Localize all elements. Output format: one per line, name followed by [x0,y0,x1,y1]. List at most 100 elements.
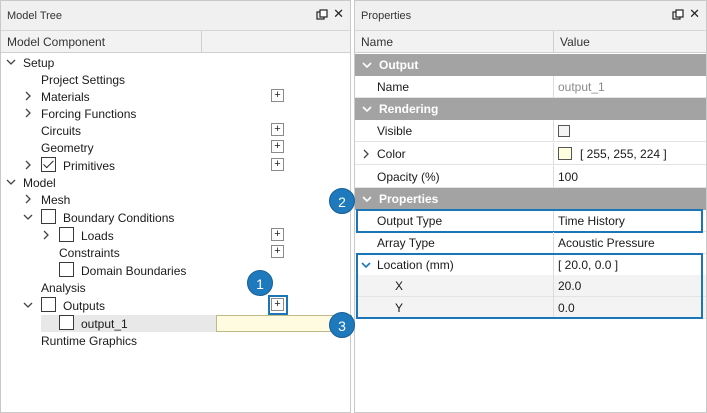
tree-item-project-settings[interactable]: Project Settings [1,71,351,88]
tree-label: Domain Boundaries [81,264,187,278]
chevron-down-icon[interactable] [362,194,372,204]
tree-item-output-1[interactable]: output_1 [1,315,351,332]
domain-boundaries-checkbox[interactable] [59,262,74,277]
output-type-highlight [356,209,703,233]
outputs-checkbox[interactable] [41,297,56,312]
prop-value-color[interactable]: [ 255, 255, 224 ] [580,147,667,161]
prop-name: Array Type [377,236,435,250]
tree-label: Setup [23,56,55,70]
tree-label: output_1 [81,317,128,331]
chevron-right-icon[interactable] [23,160,33,170]
tree-item-model[interactable]: Model [1,174,351,191]
model-tree-titlebar: Model Tree ✕ [1,1,350,31]
category-rendering[interactable]: Rendering [355,98,706,120]
callout-1-badge: 1 [247,270,273,296]
tree-label: Runtime Graphics [41,334,138,348]
tree-item-analysis[interactable]: Analysis [1,279,351,296]
tree-label: Model [23,176,56,190]
category-properties[interactable]: Properties [355,188,706,210]
tree-label: Boundary Conditions [63,211,175,225]
tree-item-outputs[interactable]: Outputs + [1,297,351,314]
pin-icon[interactable] [316,9,328,21]
chevron-down-icon[interactable] [362,60,372,70]
category-label: Rendering [379,102,439,116]
tree-label: Primitives [63,159,116,173]
model-tree-column-header: Model Component [1,31,350,53]
tree-item-boundary-conditions[interactable]: Boundary Conditions [1,209,351,226]
callout-2-badge: 2 [329,188,355,214]
properties-titlebar: Properties ✕ [355,1,706,31]
prop-name: Color [377,147,406,161]
tree-label: Forcing Functions [41,107,137,121]
tree-label: Mesh [41,193,71,207]
model-tree-title: Model Tree [7,10,63,22]
add-circuit-button[interactable]: + [271,123,284,136]
prop-value-name[interactable]: output_1 [558,80,605,94]
properties-column-header: Name Value [355,31,706,53]
model-component-header: Model Component [7,35,106,49]
tree-item-runtime-graphics[interactable]: Runtime Graphics [1,332,351,349]
tree-item-geometry[interactable]: Geometry + [1,139,351,156]
prop-row-array-type[interactable]: Array Type Acoustic Pressure [355,232,706,254]
prop-name: Name [377,80,410,94]
primitives-checkbox[interactable] [41,157,56,172]
prop-row-name[interactable]: Name output_1 [355,76,706,98]
prop-name: Opacity (%) [377,170,440,184]
tree-item-materials[interactable]: Materials + [1,88,351,105]
category-label: Output [379,58,419,72]
properties-title: Properties [361,10,412,22]
chevron-down-icon[interactable] [6,57,16,67]
add-primitive-button[interactable]: + [271,158,284,171]
tree-label: Loads [81,229,114,243]
prop-name: Visible [377,124,413,138]
prop-value-opacity[interactable]: 100 [558,170,578,184]
tree-label: Constraints [59,246,120,260]
tree-item-primitives[interactable]: Primitives + [1,157,351,174]
tree-item-mesh[interactable]: Mesh [1,191,351,208]
tree-item-loads[interactable]: Loads + [1,227,351,244]
chevron-down-icon[interactable] [23,300,33,310]
tree-item-setup[interactable]: Setup [1,54,351,71]
prop-value-array-type[interactable]: Acoustic Pressure [558,236,655,250]
visible-checkbox[interactable] [558,125,570,137]
add-output-highlight [268,295,288,315]
chevron-right-icon[interactable] [23,108,33,118]
tree-label: Outputs [63,299,106,313]
add-material-button[interactable]: + [271,89,284,102]
chevron-right-icon[interactable] [41,230,51,240]
category-output[interactable]: Output [355,54,706,76]
chevron-down-icon[interactable] [23,212,33,222]
tree-label: Geometry [41,141,94,155]
chevron-down-icon[interactable] [362,104,372,114]
loads-checkbox[interactable] [59,227,74,242]
boundary-conditions-checkbox[interactable] [41,209,56,224]
model-tree-panel: Model Tree ✕ Model Component Setup Proje… [0,0,352,413]
chevron-down-icon[interactable] [6,177,16,187]
prop-row-opacity[interactable]: Opacity (%) 100 [355,166,706,188]
color-swatch[interactable] [558,147,572,160]
chevron-right-icon[interactable] [23,194,33,204]
output-1-checkbox[interactable] [59,315,74,330]
callout-3-badge: 3 [329,312,355,338]
add-load-button[interactable]: + [271,228,284,241]
tree-label: Analysis [41,281,86,295]
pin-icon[interactable] [672,9,684,21]
add-constraint-button[interactable]: + [271,245,284,258]
tree-item-domain-boundaries[interactable]: Domain Boundaries [1,262,351,279]
prop-row-color[interactable]: Color [ 255, 255, 224 ] [355,143,706,165]
category-label: Properties [379,192,439,206]
chevron-right-icon[interactable] [361,149,371,159]
close-icon[interactable]: ✕ [689,7,700,21]
tree-label: Circuits [41,124,82,138]
add-geometry-button[interactable]: + [271,140,284,153]
tree-item-forcing-functions[interactable]: Forcing Functions [1,105,351,122]
prop-row-visible[interactable]: Visible [355,120,706,142]
tree-label: Materials [41,90,90,104]
tree-item-circuits[interactable]: Circuits + [1,122,351,139]
chevron-right-icon[interactable] [23,91,33,101]
value-column-header: Value [560,35,590,49]
tree-item-constraints[interactable]: Constraints + [1,244,351,261]
location-highlight [356,253,703,319]
name-column-header: Name [361,35,394,49]
close-icon[interactable]: ✕ [333,7,344,21]
